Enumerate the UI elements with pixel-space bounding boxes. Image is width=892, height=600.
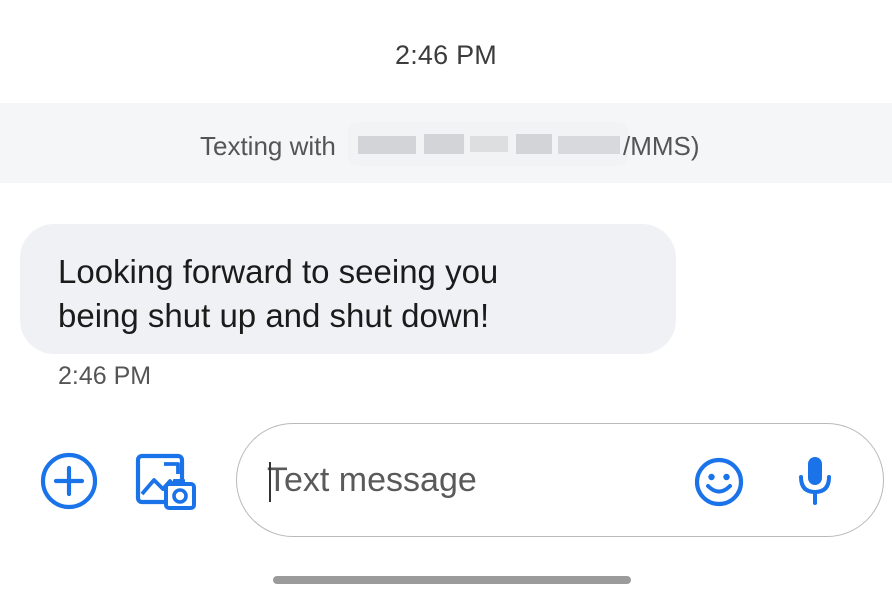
text-message-input[interactable] xyxy=(267,452,687,508)
add-circle-icon xyxy=(40,452,98,510)
banner-suffix-text: /MMS) xyxy=(623,131,700,162)
emoji-button[interactable] xyxy=(693,456,745,508)
voice-input-button[interactable] xyxy=(795,454,835,508)
message-bubble[interactable]: Looking forward to seeing you being shut… xyxy=(20,224,676,354)
message-line: being shut up and shut down! xyxy=(58,297,490,334)
conversation-timestamp: 2:46 PM xyxy=(395,40,497,70)
gallery-camera-icon xyxy=(135,453,196,510)
messages-screen: 2:46 PM Texting with /MMS) Looking forwa… xyxy=(0,0,892,600)
message-line: Looking forward to seeing you xyxy=(58,253,499,290)
text-cursor xyxy=(269,462,271,502)
emoji-icon xyxy=(694,457,744,507)
message-timestamp: 2:46 PM xyxy=(58,362,152,390)
gallery-button[interactable] xyxy=(132,450,198,512)
redacted-contact xyxy=(348,122,628,166)
banner-suffix: MMS) xyxy=(630,131,700,161)
message-composer[interactable] xyxy=(236,423,884,537)
home-gesture-bar[interactable] xyxy=(273,576,631,584)
microphone-icon xyxy=(799,457,831,505)
banner-prefix-text: Texting with xyxy=(200,131,336,161)
add-attachment-button[interactable] xyxy=(40,452,98,510)
